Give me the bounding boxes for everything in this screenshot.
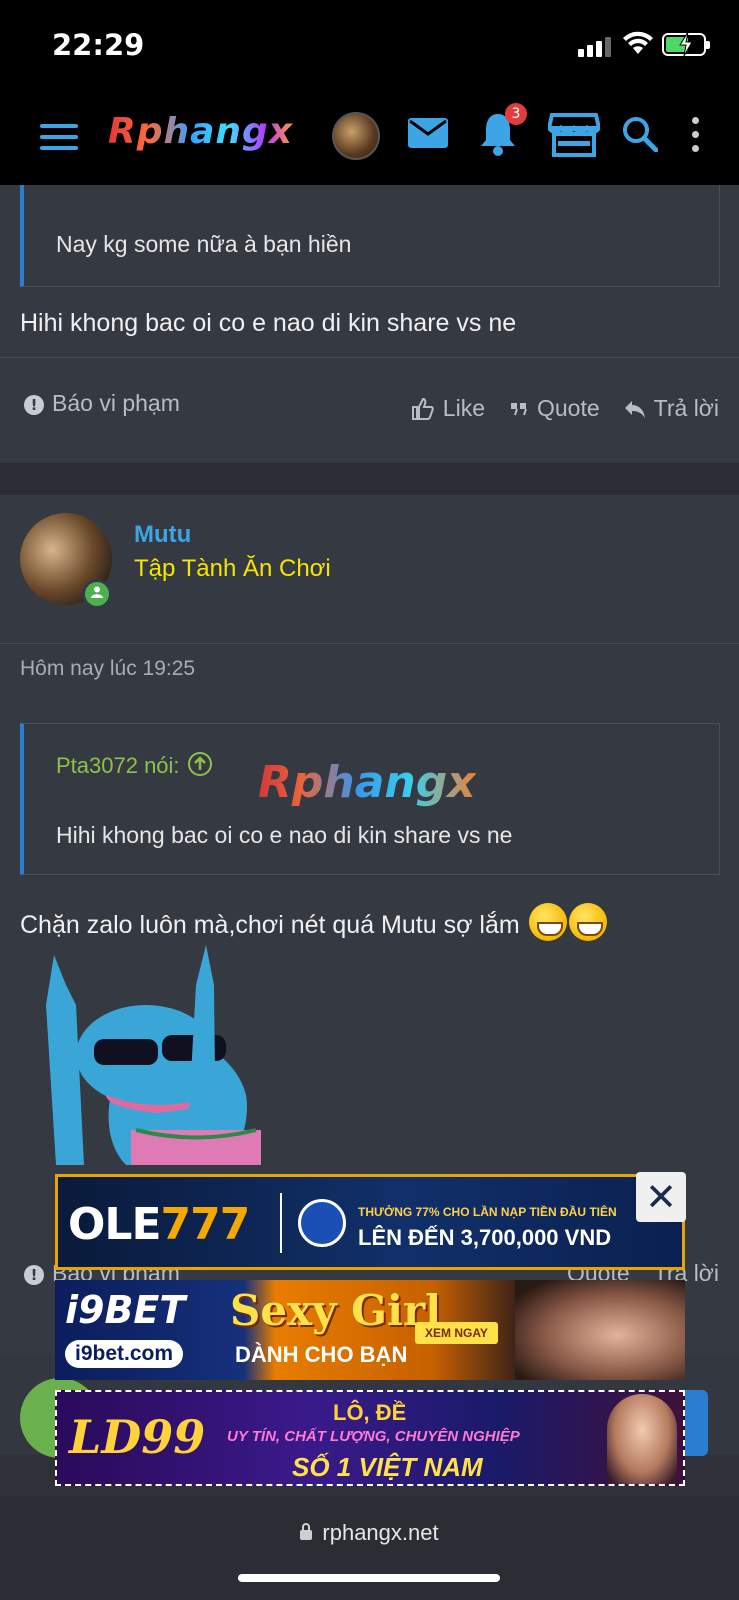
like-label: Like (442, 395, 485, 421)
post-author-title: Tập Tành Ăn Chơi (134, 555, 331, 582)
wifi-icon (623, 31, 653, 54)
home-indicator[interactable] (238, 1574, 500, 1582)
quote-author-label: Pta3072 nói: (56, 753, 180, 778)
ad-cta-button[interactable]: XEM NGAY (415, 1322, 498, 1344)
post-separator (0, 463, 739, 495)
quote-button[interactable]: Quote (509, 395, 600, 422)
site-navbar: Rphangx 3 (0, 95, 739, 185)
report-label: Báo vi phạm (52, 390, 180, 416)
reply-label: Trả lời (653, 395, 719, 421)
status-time: 22:29 (52, 28, 145, 62)
ad-divider (280, 1193, 282, 1253)
ad-banner-i9bet[interactable]: i9BET i9bet.com Sexy Girl DÀNH CHO BẠN X… (55, 1280, 685, 1380)
status-bar: 22:29 (0, 0, 739, 95)
ad-site: i9bet.com (65, 1340, 184, 1368)
warning-icon: ! (24, 395, 44, 415)
ad-banner-ole777[interactable]: OLE777 THƯỞNG 77% CHO LẦN NẠP TIỀN ĐẦU T… (55, 1174, 685, 1270)
ad-promo-line: THƯỞNG 77% CHO LẦN NẠP TIỀN ĐẦU TIÊN (358, 1205, 617, 1219)
ad-banner-ld99[interactable]: LD99 LÔ, ĐỀ UY TÍN, CHẤT LƯỢNG, CHUYÊN N… (55, 1390, 685, 1486)
quote-text: Hihi khong bac oi co e nao di kin share … (56, 822, 513, 848)
post-previous: Nay kg some nữa à bạn hiền Hihi khong ba… (0, 185, 739, 463)
post-author-name[interactable]: Mutu (134, 521, 191, 549)
quote-text: Nay kg some nữa à bạn hiền (56, 231, 352, 257)
mail-icon[interactable] (408, 118, 448, 148)
post-body: Hihi khong bac oi co e nao di kin share … (20, 309, 517, 337)
warning-icon: ! (24, 1265, 44, 1285)
more-options-icon[interactable] (690, 117, 700, 153)
pepe-sticker-image (46, 945, 261, 1165)
online-status-icon (82, 579, 112, 609)
site-logo[interactable]: Rphangx (108, 111, 293, 152)
ad-brand-text-a: OLE (68, 1199, 161, 1250)
ad-brand-text-b: 777 (160, 1199, 251, 1250)
post-body-text: Chặn zalo luôn mà,chơi nét quá Mutu sợ l… (20, 911, 520, 939)
ad-brand: LD99 (69, 1410, 206, 1464)
url-text: rphangx.net (322, 1520, 439, 1545)
store-icon[interactable] (548, 112, 600, 158)
ad-promo-amount: LÊN ĐẾN 3,700,000 VND (358, 1225, 612, 1250)
quote-author[interactable]: Pta3072 nói: (56, 752, 212, 779)
post-actions: Like Quote Trả lời (411, 395, 719, 422)
post-timestamp[interactable]: Hôm nay lúc 19:25 (20, 657, 195, 681)
reply-icon (624, 400, 645, 418)
user-avatar[interactable] (332, 112, 380, 160)
divider (0, 643, 739, 644)
hamburger-menu-icon[interactable] (40, 122, 78, 152)
blockquote: Nay kg some nữa à bạn hiền (20, 185, 720, 287)
post-body: Chặn zalo luôn mà,chơi nét quá Mutu sợ l… (20, 903, 607, 941)
grinning-emoji-icon (568, 903, 607, 941)
quote-label: Quote (537, 395, 600, 421)
site-watermark: Rphangx (258, 757, 476, 808)
quote-icon (511, 402, 527, 415)
ad-model-image (607, 1394, 677, 1484)
like-button[interactable]: Like (411, 395, 485, 422)
url-display[interactable]: rphangx.net (0, 1520, 739, 1546)
battery-icon (662, 32, 710, 56)
reply-button[interactable]: Trả lời (624, 395, 719, 422)
browser-address-bar[interactable]: rphangx.net (0, 1496, 739, 1600)
lock-icon (300, 1523, 313, 1540)
ad-headline: Sexy Girl (230, 1286, 442, 1335)
report-link[interactable]: ! Báo vi phạm (24, 390, 180, 417)
ad-slogan: SỐ 1 VIỆT NAM (292, 1452, 483, 1482)
search-icon[interactable] (622, 116, 658, 152)
grinning-emoji-icon (528, 903, 567, 941)
ad-model-image (515, 1280, 685, 1380)
close-ad-icon[interactable]: ✕ (636, 1172, 686, 1222)
ad-headline: LÔ, ĐỀ (333, 1400, 407, 1425)
ad-subtitle: DÀNH CHO BẠN (235, 1342, 408, 1367)
divider (0, 357, 739, 358)
thumbs-up-icon (411, 397, 434, 420)
ad-brand: OLE777 (68, 1199, 251, 1250)
jump-to-quote-icon[interactable] (187, 752, 212, 776)
ad-brand: i9BET (65, 1288, 186, 1332)
notification-badge: 3 (505, 103, 527, 125)
club-crest-icon (298, 1199, 346, 1247)
ad-tagline: UY TÍN, CHẤT LƯỢNG, CHUYÊN NGHIỆP (227, 1428, 520, 1445)
cellular-signal-icon (578, 35, 614, 57)
